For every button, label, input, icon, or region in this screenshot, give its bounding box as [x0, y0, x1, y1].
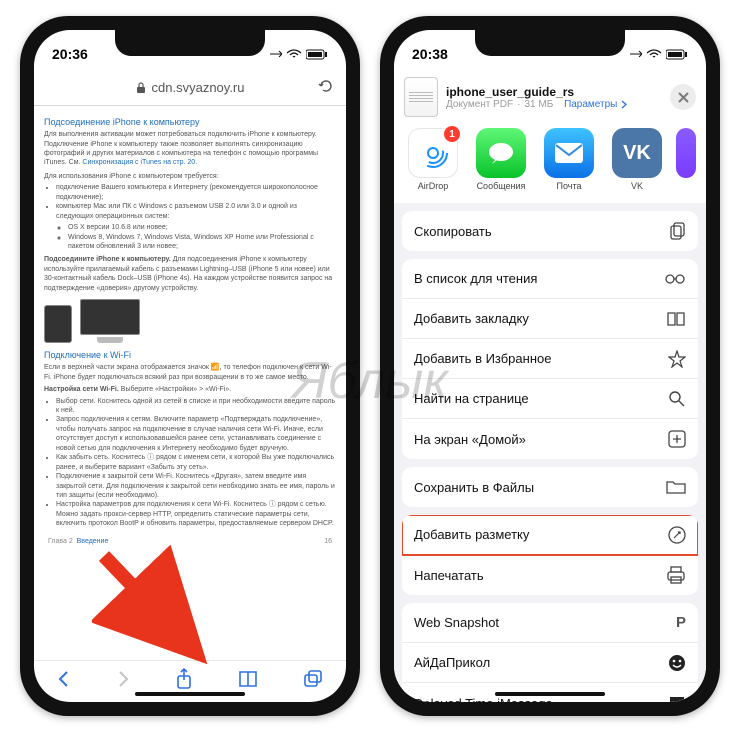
- smile-icon: [668, 654, 686, 672]
- heading-wifi: Подключение к Wi-Fi: [44, 349, 336, 361]
- search-icon: [668, 390, 686, 408]
- app-mail[interactable]: Почта: [540, 128, 598, 191]
- notch: [475, 30, 625, 56]
- red-arrow: [92, 544, 222, 674]
- chat-icon: [668, 695, 686, 702]
- action-print[interactable]: Напечатать: [402, 555, 698, 595]
- status-indicators: [270, 49, 328, 60]
- action-reading-list[interactable]: В список для чтения: [402, 259, 698, 299]
- chevron-right-icon: [621, 100, 627, 109]
- document-type: Документ PDF: [446, 99, 513, 110]
- action-web-snapshot[interactable]: Web Snapshot P: [402, 603, 698, 643]
- markup-icon: [668, 526, 686, 544]
- action-markup[interactable]: Добавить разметку: [402, 515, 698, 555]
- close-button[interactable]: [670, 84, 696, 110]
- app-more[interactable]: [676, 128, 696, 191]
- share-sheet-header: iphone_user_guide_rs Документ PDF · 31 М…: [394, 70, 706, 124]
- url-text: cdn.svyaznoy.ru: [152, 80, 245, 95]
- action-save-to-files[interactable]: Сохранить в Файлы: [402, 467, 698, 507]
- phone-frame-right: 20:38 iphone_user_guide_rs Документ PDF …: [380, 16, 720, 716]
- back-button[interactable]: [57, 670, 71, 693]
- status-indicators: [630, 49, 688, 60]
- action-add-bookmark[interactable]: Добавить закладку: [402, 299, 698, 339]
- action-add-favorites[interactable]: Добавить в Избранное: [402, 339, 698, 379]
- home-indicator[interactable]: [495, 692, 605, 696]
- actions-list[interactable]: Скопировать В список для чтения Добавить…: [394, 203, 706, 702]
- add-square-icon: [668, 430, 686, 448]
- link-itunes-sync[interactable]: Синхронизация с iTunes на стр. 20: [82, 159, 195, 166]
- action-find-on-page[interactable]: Найти на странице: [402, 379, 698, 419]
- action-aida[interactable]: АйДаПрикол: [402, 643, 698, 683]
- document-params-link[interactable]: Параметры: [564, 99, 617, 110]
- bookmarks-button[interactable]: [238, 670, 258, 693]
- book-icon: [666, 311, 686, 327]
- document-name: iphone_user_guide_rs: [446, 85, 662, 99]
- glasses-icon: [664, 273, 686, 285]
- airplane-icon: [630, 49, 642, 59]
- airdrop-badge: 1: [444, 126, 460, 142]
- reload-button[interactable]: [318, 78, 334, 97]
- print-icon: [666, 566, 686, 584]
- star-icon: [668, 350, 686, 368]
- device-illustration: [44, 299, 336, 343]
- battery-icon: [306, 49, 328, 60]
- heading-connect: Подсоединение iPhone к компьютеру: [44, 116, 336, 128]
- folder-icon: [666, 479, 686, 495]
- copy-icon: [668, 221, 686, 241]
- notch: [115, 30, 265, 56]
- phone-frame-left: 20:36 cdn.svyaznoy.ru Подсоединение iPho…: [20, 16, 360, 716]
- action-add-home-screen[interactable]: На экран «Домой»: [402, 419, 698, 459]
- airplane-icon: [270, 49, 282, 59]
- p-icon: P: [676, 614, 686, 631]
- mail-icon: [553, 141, 585, 165]
- messages-icon: [486, 140, 516, 166]
- tabs-button[interactable]: [303, 670, 323, 693]
- close-icon: [678, 92, 689, 103]
- document-thumbnail: [404, 77, 438, 117]
- app-vk[interactable]: VK VK: [608, 128, 666, 191]
- app-airdrop[interactable]: 1 AirDrop: [404, 128, 462, 191]
- airdrop-icon: [416, 136, 450, 170]
- battery-icon: [666, 49, 688, 60]
- document-size: 31 МБ: [524, 99, 553, 110]
- url-bar[interactable]: cdn.svyaznoy.ru: [34, 70, 346, 106]
- wifi-icon: [286, 49, 302, 59]
- home-indicator[interactable]: [135, 692, 245, 696]
- lock-icon: [136, 82, 146, 94]
- wifi-icon: [646, 49, 662, 59]
- app-messages[interactable]: Сообщения: [472, 128, 530, 191]
- status-time: 20:36: [52, 46, 88, 62]
- status-time: 20:38: [412, 46, 448, 62]
- action-copy[interactable]: Скопировать: [402, 211, 698, 251]
- share-apps-row[interactable]: 1 AirDrop Сообщения Почта VK VK: [394, 124, 706, 203]
